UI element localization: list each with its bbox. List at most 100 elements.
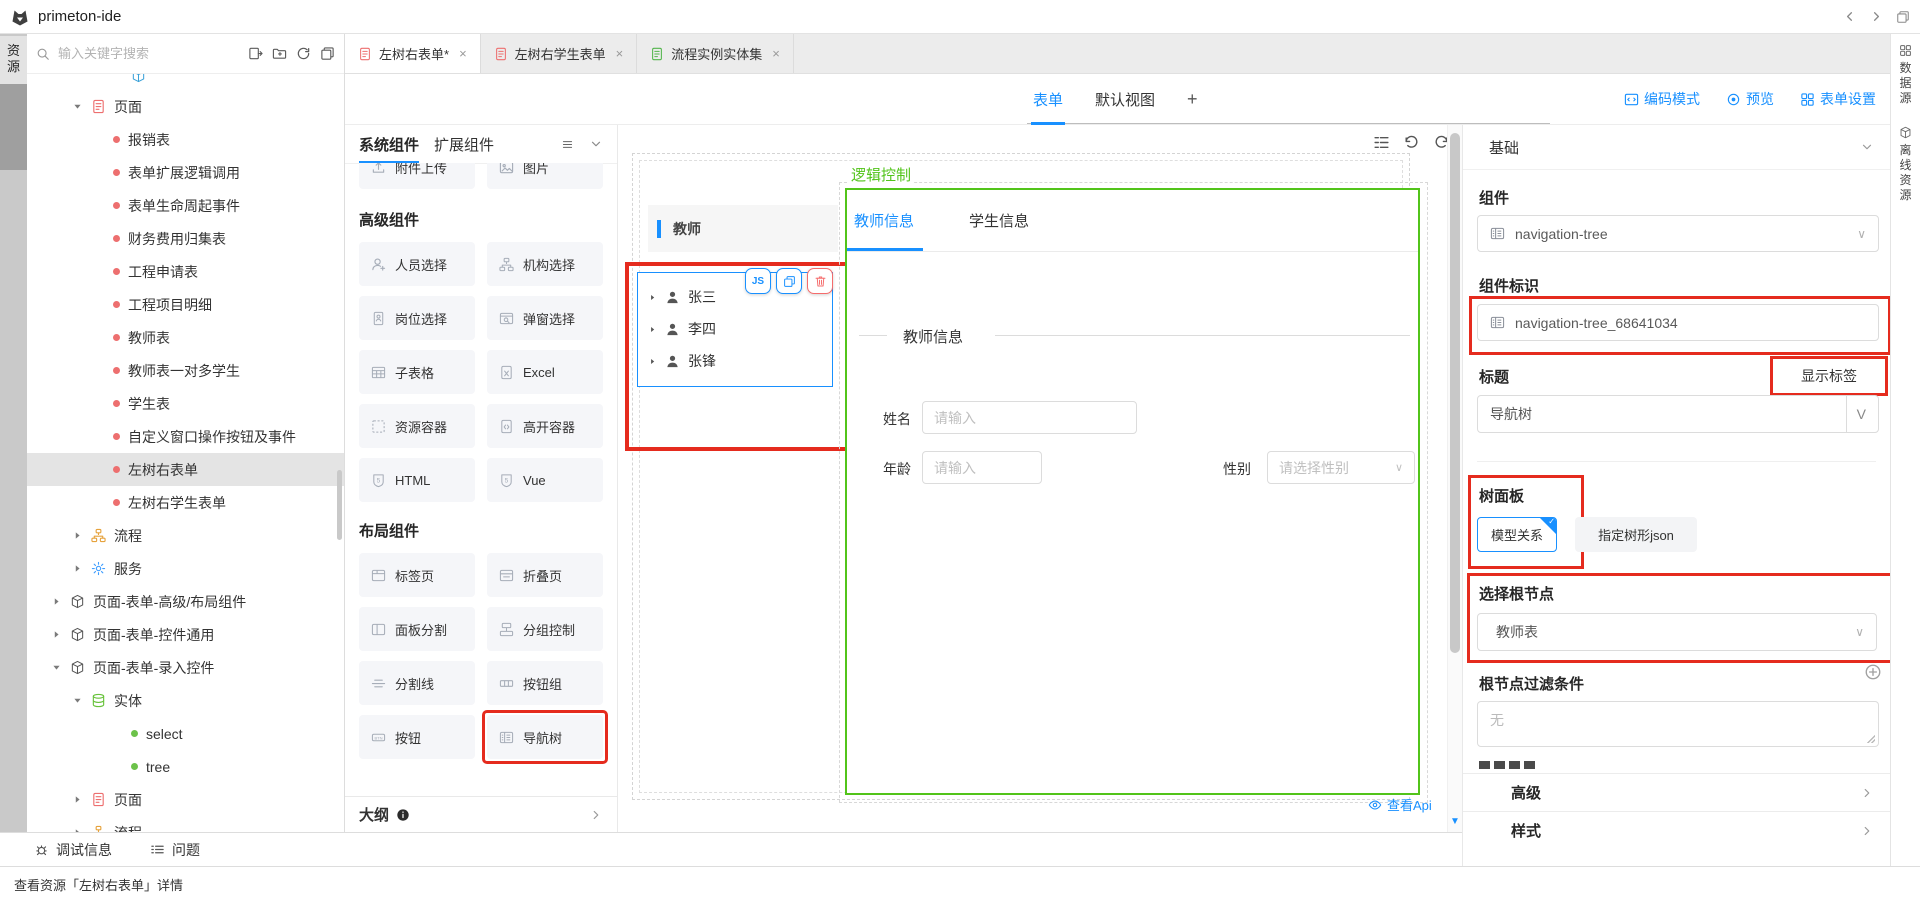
caret-right-icon[interactable]: [72, 563, 83, 574]
restore-window-icon[interactable]: [1896, 10, 1910, 24]
tree-item-entity[interactable]: 实体: [27, 684, 344, 717]
caret-right-icon[interactable]: [648, 293, 657, 302]
palette-item-excel[interactable]: Excel: [487, 350, 603, 394]
tree-item[interactable]: 工程申请表: [27, 255, 344, 288]
caret-down-icon[interactable]: [72, 695, 83, 706]
outline-toggle-icon[interactable]: [1373, 134, 1390, 151]
tree-panel-option-json[interactable]: 指定树形json: [1575, 517, 1697, 552]
activity-tab-resources[interactable]: 资源: [0, 36, 27, 84]
tree-item[interactable]: 教师表一对多学生: [27, 354, 344, 387]
palette-item-resource-container[interactable]: 资源容器: [359, 404, 475, 448]
search-input[interactable]: [56, 45, 242, 62]
tree-item-lib-open[interactable]: 页面-表单-录入控件: [27, 651, 344, 684]
form-tab-student-info[interactable]: 学生信息: [969, 210, 1029, 231]
palette-item-person-select[interactable]: 人员选择: [359, 242, 475, 286]
nav-forward-icon[interactable]: [1869, 9, 1884, 24]
palette-collapse-icon[interactable]: [589, 137, 603, 151]
age-input[interactable]: 请输入: [922, 451, 1042, 484]
scrollbar-thumb[interactable]: [1450, 133, 1460, 653]
variable-bind-button[interactable]: V: [1846, 396, 1866, 432]
section-advanced[interactable]: 高级: [1463, 773, 1890, 811]
caret-right-icon[interactable]: [51, 596, 62, 607]
copy-button[interactable]: [776, 268, 802, 294]
caret-down-icon[interactable]: [51, 662, 62, 673]
tree-item-selected[interactable]: 左树右表单: [27, 453, 344, 486]
editor-tab-active[interactable]: 左树右表单* ×: [345, 34, 481, 73]
tree-item[interactable]: 自定义窗口操作按钮及事件: [27, 420, 344, 453]
tree-node[interactable]: 张锋: [638, 345, 832, 377]
code-mode-button[interactable]: 编码模式: [1624, 89, 1700, 109]
tree-item[interactable]: tree: [27, 750, 344, 783]
tree-item[interactable]: 学生表: [27, 387, 344, 420]
palette-item-org-select[interactable]: 机构选择: [487, 242, 603, 286]
tree-item[interactable]: 工程项目明细: [27, 288, 344, 321]
view-tab-form[interactable]: 表单: [1033, 89, 1063, 110]
component-select[interactable]: navigation-tree ∨: [1477, 215, 1879, 252]
undo-icon[interactable]: [1403, 134, 1420, 151]
rail-item-datasource[interactable]: 数据源: [1899, 44, 1913, 106]
component-id-input[interactable]: navigation-tree_68641034: [1477, 304, 1879, 341]
js-script-button[interactable]: JS: [745, 268, 771, 294]
palette-item-subtable[interactable]: 子表格: [359, 350, 475, 394]
palette-item-image[interactable]: 图片: [487, 163, 603, 189]
palette-item-button-group[interactable]: 按钮组: [487, 661, 603, 705]
palette-item-gaokai-container[interactable]: 高开容器: [487, 404, 603, 448]
palette-item-divider[interactable]: 分割线: [359, 661, 475, 705]
close-tab-icon[interactable]: ×: [459, 46, 467, 61]
nav-back-icon[interactable]: [1842, 9, 1857, 24]
delete-button[interactable]: [807, 268, 833, 294]
root-filter-textarea[interactable]: 无: [1477, 701, 1879, 747]
design-canvas[interactable]: 教师 张三 李四 张锋 JS 逻辑: [618, 125, 1462, 832]
palette-item-html[interactable]: HTML: [359, 458, 475, 502]
title-input[interactable]: 导航树 V: [1477, 395, 1879, 433]
close-tab-icon[interactable]: ×: [616, 46, 624, 61]
new-folder-icon[interactable]: [272, 46, 287, 61]
close-tab-icon[interactable]: ×: [772, 46, 780, 61]
tree-item-pages[interactable]: 页面: [27, 90, 344, 123]
caret-down-icon[interactable]: [72, 101, 83, 112]
editor-tab[interactable]: 流程实例实体集 ×: [637, 34, 794, 73]
tree-item[interactable]: 财务费用归集表: [27, 222, 344, 255]
section-style[interactable]: 样式: [1463, 811, 1890, 849]
tree-item[interactable]: 表单生命周起事件: [27, 189, 344, 222]
caret-right-icon[interactable]: [51, 629, 62, 640]
add-view-button[interactable]: +: [1187, 89, 1198, 110]
caret-right-icon[interactable]: [648, 325, 657, 334]
palette-item-group-control[interactable]: 分组控制: [487, 607, 603, 651]
palette-menu-icon[interactable]: [561, 138, 574, 151]
scroll-down-icon[interactable]: ▼: [1450, 816, 1460, 827]
gender-select[interactable]: 请选择性别 ∨: [1267, 451, 1415, 484]
palette-item-button[interactable]: 按钮: [359, 715, 475, 759]
collapse-all-icon[interactable]: [320, 46, 335, 61]
view-api-link[interactable]: 查看Api: [1368, 795, 1432, 814]
import-resource-icon[interactable]: [248, 46, 263, 61]
debug-info-button[interactable]: 调试信息: [34, 840, 112, 860]
refresh-icon[interactable]: [296, 46, 311, 61]
tree-item-lib[interactable]: 页面-表单-高级/布局组件: [27, 585, 344, 618]
caret-right-icon[interactable]: [648, 357, 657, 366]
logic-control-container[interactable]: 教师信息 学生信息 教师信息 姓名 请输入 年龄 请输入 性别 请选择性别 ∨: [845, 188, 1420, 795]
chevron-right-icon[interactable]: [589, 808, 603, 822]
tree-item[interactable]: 报销表: [27, 123, 344, 156]
editor-tab[interactable]: 左树右学生表单 ×: [481, 34, 638, 73]
canvas-scrollbar[interactable]: ▼: [1447, 125, 1462, 832]
palette-item-popup-select[interactable]: 弹窗选择: [487, 296, 603, 340]
tree-item-flows[interactable]: 流程: [27, 519, 344, 552]
preview-button[interactable]: 预览: [1726, 89, 1774, 109]
view-tab-default-view[interactable]: 默认视图: [1095, 89, 1155, 110]
caret-right-icon[interactable]: [72, 794, 83, 805]
tree-item-services[interactable]: 服务: [27, 552, 344, 585]
tree-item-lib[interactable]: 页面-表单-控件通用: [27, 618, 344, 651]
form-tab-teacher-info[interactable]: 教师信息: [854, 210, 914, 231]
form-settings-button[interactable]: 表单设置: [1800, 89, 1876, 109]
tree-item[interactable]: 教师表: [27, 321, 344, 354]
palette-item-tabpage[interactable]: 标签页: [359, 553, 475, 597]
problems-button[interactable]: 问题: [150, 840, 200, 860]
palette-item-panel-split[interactable]: 面板分割: [359, 607, 475, 651]
palette-tab-system[interactable]: 系统组件: [359, 134, 419, 155]
tree-item[interactable]: 表单扩展逻辑调用: [27, 156, 344, 189]
tree-panel-option-model[interactable]: 模型关系 ✓: [1477, 517, 1557, 552]
caret-right-icon[interactable]: [72, 530, 83, 541]
show-label-toggle[interactable]: 显示标签: [1770, 356, 1888, 396]
tree-item[interactable]: 左树右学生表单: [27, 486, 344, 519]
